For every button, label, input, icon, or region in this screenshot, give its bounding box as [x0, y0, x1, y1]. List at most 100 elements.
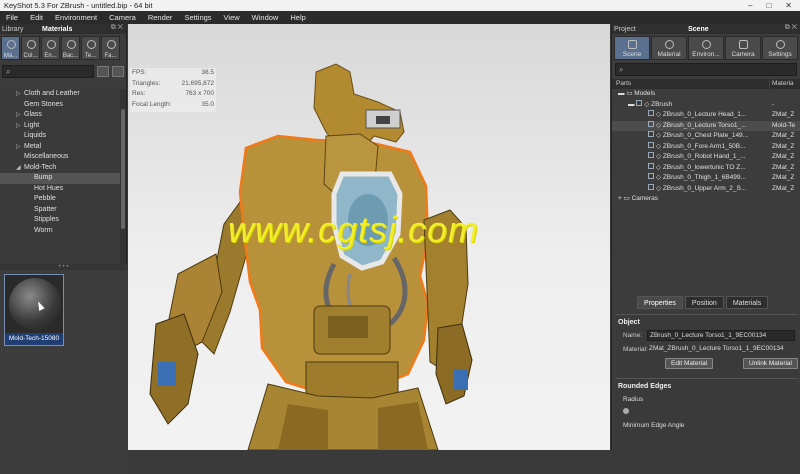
tab-textures[interactable]: Te...	[81, 36, 100, 60]
library-search-input[interactable]: ⌕	[2, 64, 94, 78]
scene-search-input[interactable]: ⌕	[615, 63, 797, 76]
scrollbar-thumb[interactable]	[121, 109, 125, 229]
project-tabs: Scene Material Environ... Camera Setting…	[612, 34, 800, 62]
tree-item-pebble[interactable]: Pebble	[0, 194, 120, 205]
tab-material[interactable]: Material	[651, 36, 687, 60]
close-icon[interactable]: ✕	[785, 1, 792, 10]
menu-file[interactable]: File	[0, 13, 24, 22]
tree-item-cloth[interactable]: ▷ Cloth and Leather	[0, 89, 120, 100]
maximize-icon[interactable]: □	[766, 1, 771, 10]
menu-settings[interactable]: Settings	[178, 13, 217, 22]
tree-item-label: ZBrush_0_Lecture Head_1...	[662, 111, 747, 118]
menu-camera[interactable]: Camera	[103, 13, 142, 22]
tab-materials[interactable]: Materials	[725, 296, 769, 309]
menu-help[interactable]: Help	[284, 13, 311, 22]
visibility-checkbox[interactable]	[648, 152, 654, 159]
tree-item-misc[interactable]: Miscellaneous	[0, 152, 120, 163]
project-header: Project Scene ⧉ ✕	[612, 24, 800, 34]
tab-backplates[interactable]: Bac...	[61, 36, 80, 60]
tab-environments[interactable]: En...	[41, 36, 60, 60]
panel-controls-icon[interactable]: ⧉ ✕	[111, 24, 123, 32]
visibility-checkbox[interactable]	[648, 131, 654, 138]
tree-item-label: ZBrush_0_Chest Plate_149...	[662, 132, 749, 139]
tree-item-part[interactable]: ◇ ZBrush_0_Thigh_1_6B499... ZMat_Z	[612, 173, 800, 184]
tree-item-liquids[interactable]: Liquids	[0, 131, 120, 142]
folder-icon: ▭	[623, 195, 630, 202]
tab-scene[interactable]: Scene	[614, 36, 650, 60]
expand-arrow-icon[interactable]: ▷	[16, 121, 24, 132]
tree-item-part[interactable]: ◇ ZBrush_0_Chest Plate_149... ZMat_Z	[612, 131, 800, 142]
collapse-arrow-icon[interactable]: ◢	[16, 163, 24, 174]
import-folder-icon[interactable]	[112, 65, 124, 77]
tree-item-light[interactable]: ▷ Light	[0, 121, 120, 132]
tree-item-part[interactable]: ◇ ZBrush_0_Fore Arm1_50B... ZMat_Z	[612, 141, 800, 153]
tab-settings[interactable]: Settings	[762, 36, 798, 60]
thumbnail-area: Mold-Tech-15080	[0, 270, 127, 474]
tree-item-glass[interactable]: ▷ Glass	[0, 110, 120, 121]
name-row: Name: ZBrush_0_Lecture Torso1_1_9EC00134	[615, 328, 798, 342]
material-thumbnail[interactable]: Mold-Tech-15080	[4, 274, 64, 346]
material-tree: ▷ Cloth and Leather Gem Stones ▷ Glass ▷ Li…	[0, 89, 120, 264]
edit-material-button[interactable]: Edit Material	[665, 358, 714, 369]
menu-window[interactable]: Window	[246, 13, 285, 22]
tab-materials[interactable]: Ma...	[1, 36, 20, 60]
tree-item-worm[interactable]: Worm	[0, 226, 120, 237]
tab-label: Te...	[84, 53, 97, 59]
visibility-checkbox[interactable]	[636, 99, 643, 106]
tree-item-part[interactable]: ◇ ZBrush_0_Robot Hand_1_... ZMat_Z	[612, 152, 800, 163]
tree-item-stipples[interactable]: Stipples	[0, 215, 120, 226]
panel-controls-icon[interactable]: ⧉ ✕	[785, 24, 797, 32]
tab-camera[interactable]: Camera	[725, 36, 761, 60]
tab-favorites[interactable]: Fa...	[101, 36, 120, 60]
tab-label: Material	[657, 51, 681, 58]
tree-item-part[interactable]: ◇ ZBrush_0_Upper Arm_2_S... ZMat_Z	[612, 183, 800, 195]
name-field[interactable]: ZBrush_0_Lecture Torso1_1_9EC00134	[647, 329, 795, 341]
window-title: KeyShot 5.3 For ZBrush - untitled.bip - …	[4, 1, 153, 10]
minimize-icon[interactable]: –	[748, 1, 752, 10]
library-header: Library Materials ⧉ ✕	[0, 24, 126, 34]
radius-slider[interactable]	[623, 408, 790, 414]
unlink-material-button[interactable]: Unlink Material	[743, 358, 798, 369]
visibility-checkbox[interactable]	[648, 120, 654, 127]
material-column-header[interactable]: Materia	[770, 79, 794, 89]
parts-column-header[interactable]: Parts	[612, 79, 770, 89]
menu-view[interactable]: View	[218, 13, 246, 22]
tree-item-material: ZMat_Z	[772, 184, 795, 192]
render-viewport[interactable]: FPS: 38.5 Triangles: 21,695,872 Res: 763 x …	[128, 24, 610, 450]
expand-arrow-icon[interactable]: ▷	[16, 89, 24, 100]
menu-edit[interactable]: Edit	[24, 13, 49, 22]
tree-item-cameras[interactable]: + ▭ Cameras	[612, 194, 800, 205]
expand-arrow-icon[interactable]: ▷	[16, 110, 24, 121]
tree-item-part[interactable]: ◇ ZBrush_0_lowertunic TO Z... ZMat_Z	[612, 162, 800, 174]
visibility-checkbox[interactable]	[648, 162, 654, 169]
tree-item-models[interactable]: ▬ ▭ Models	[612, 89, 800, 100]
tab-label: Scene	[622, 51, 642, 58]
material-field: ZMat_ZBrush_0_Lecture Torso1_1_9EC00134	[649, 344, 784, 352]
tab-environment[interactable]: Environ...	[688, 36, 724, 60]
visibility-checkbox[interactable]	[648, 183, 654, 190]
tree-item-part[interactable]: ◇ ZBrush_0_Lecture Head_1... ZMat_Z	[612, 110, 800, 121]
tree-item-gemstones[interactable]: Gem Stones	[0, 100, 120, 111]
collapse-icon[interactable]: ▬	[618, 90, 625, 97]
visibility-checkbox[interactable]	[648, 110, 654, 117]
tree-item-metal[interactable]: ▷ Metal	[0, 142, 120, 153]
slider-knob[interactable]	[623, 408, 629, 414]
tree-item-zbrush[interactable]: ▬ ◇ ZBrush -	[612, 99, 800, 111]
visibility-checkbox[interactable]	[648, 173, 654, 180]
menu-environment[interactable]: Environment	[49, 13, 103, 22]
menu-render[interactable]: Render	[142, 13, 179, 22]
library-scrollbar[interactable]	[120, 89, 126, 264]
visibility-checkbox[interactable]	[648, 141, 654, 148]
tab-colors[interactable]: Col...	[21, 36, 40, 60]
tree-item-spatter[interactable]: Spatter	[0, 205, 120, 216]
expand-arrow-icon[interactable]: ▷	[16, 142, 24, 153]
tree-item-part[interactable]: ◇ ZBrush_0_Lecture Torso1_... Mold-Te	[612, 120, 800, 131]
tab-position[interactable]: Position	[684, 296, 724, 309]
tree-item-hothues[interactable]: Hot Hues	[0, 184, 120, 195]
expand-icon[interactable]: +	[618, 195, 622, 202]
collapse-icon[interactable]: ▬	[628, 101, 635, 108]
tree-item-moldtech[interactable]: ◢ Mold-Tech	[0, 163, 120, 174]
tab-properties[interactable]: Properties	[637, 296, 683, 309]
tree-item-bump[interactable]: Bump	[0, 173, 120, 184]
folder-icon[interactable]	[97, 65, 109, 77]
